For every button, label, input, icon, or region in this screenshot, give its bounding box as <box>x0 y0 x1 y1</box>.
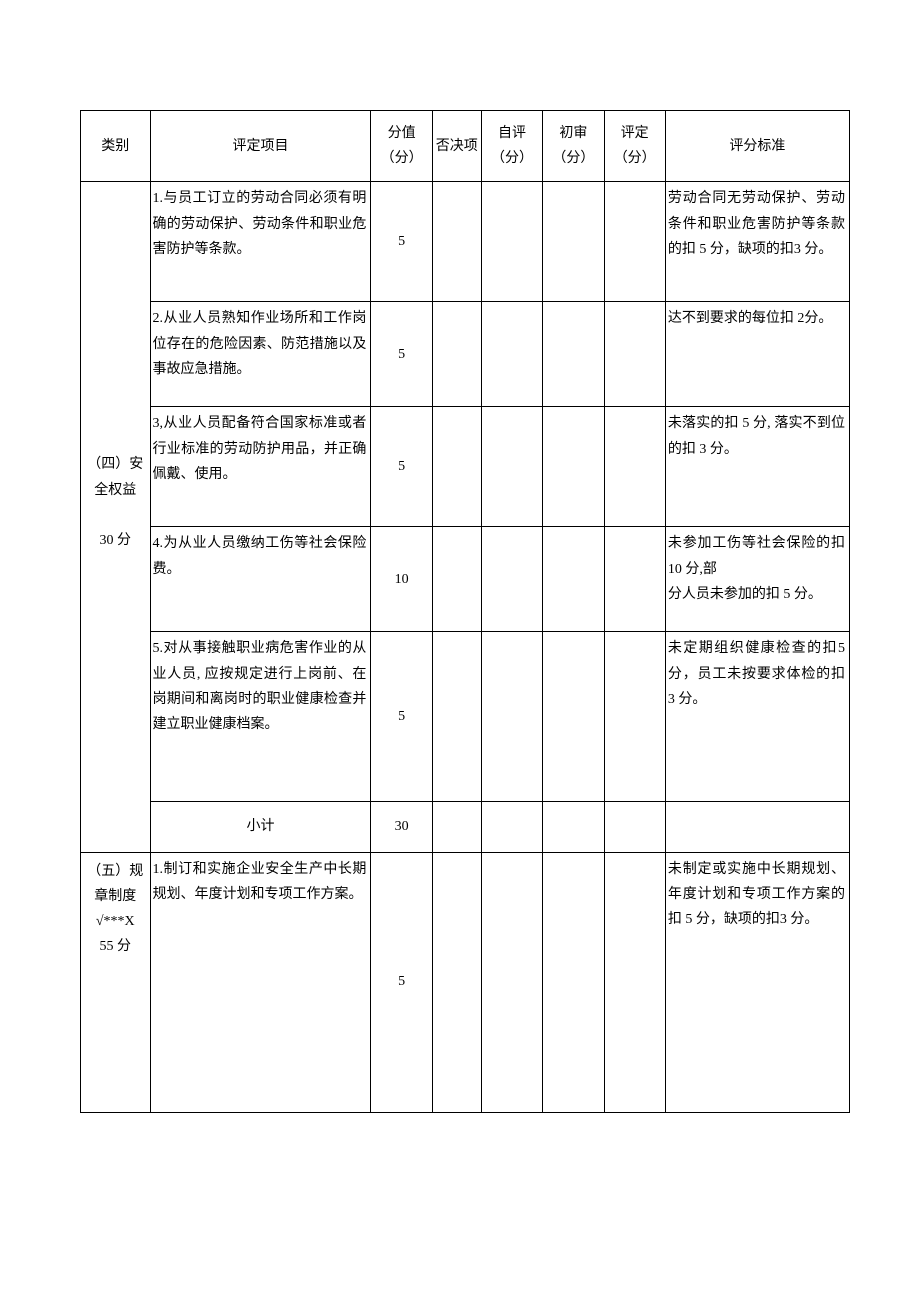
table-row: 4.为从业人员缴纳工伤等社会保险费。 10 未参加工伤等社会保险的扣 10 分,… <box>81 527 850 632</box>
standard-cell: 未落实的扣 5 分, 落实不到位的扣 3 分。 <box>665 407 849 527</box>
category-cell-4: （四）安全权益 30 分 <box>81 182 151 852</box>
veto-cell <box>432 182 481 302</box>
score-cell: 10 <box>371 527 432 632</box>
veto-cell <box>432 407 481 527</box>
prelim-cell <box>543 852 604 1112</box>
self-cell <box>481 302 542 407</box>
veto-cell <box>432 527 481 632</box>
standard-cell: 未参加工伤等社会保险的扣 10 分,部分人员未参加的扣 5 分。 <box>665 527 849 632</box>
self-cell <box>481 182 542 302</box>
standard-cell: 未定期组织健康检查的扣5 分，员工未按要求体检的扣 3 分。 <box>665 632 849 802</box>
table-row: 2.从业人员熟知作业场所和工作岗位存在的危险因素、防范措施以及事故应急措施。 5… <box>81 302 850 407</box>
prelim-cell <box>543 182 604 302</box>
subtotal-score: 30 <box>371 802 432 852</box>
prelim-cell <box>543 407 604 527</box>
item-cell: 3,从业人员配备符合国家标准或者行业标准的劳动防护用品，并正确佩戴、使用。 <box>150 407 371 527</box>
veto-cell <box>432 302 481 407</box>
prelim-cell <box>543 302 604 407</box>
item-cell: 5.对从事接触职业病危害作业的从业人员, 应按规定进行上岗前、在岗期间和离岗时的… <box>150 632 371 802</box>
header-category: 类别 <box>81 111 151 182</box>
item-cell: 1.制订和实施企业安全生产中长期规划、年度计划和专项工作方案。 <box>150 852 371 1112</box>
final-cell <box>604 632 665 802</box>
final-cell <box>604 182 665 302</box>
self-cell <box>481 852 542 1112</box>
prelim-cell <box>543 632 604 802</box>
self-cell <box>481 527 542 632</box>
self-cell <box>481 632 542 802</box>
final-cell <box>604 527 665 632</box>
score-cell: 5 <box>371 632 432 802</box>
table-row: （五）规章制度√***X55 分 1.制订和实施企业安全生产中长期规划、年度计划… <box>81 852 850 1112</box>
table-row: 5.对从事接触职业病危害作业的从业人员, 应按规定进行上岗前、在岗期间和离岗时的… <box>81 632 850 802</box>
category-cell-5: （五）规章制度√***X55 分 <box>81 852 151 1112</box>
score-cell: 5 <box>371 852 432 1112</box>
header-final: 评定（分） <box>604 111 665 182</box>
final-cell <box>604 852 665 1112</box>
score-cell: 5 <box>371 407 432 527</box>
score-cell: 5 <box>371 182 432 302</box>
score-cell: 5 <box>371 302 432 407</box>
self-cell <box>481 407 542 527</box>
header-item: 评定项目 <box>150 111 371 182</box>
header-self: 自评（分） <box>481 111 542 182</box>
veto-cell <box>432 632 481 802</box>
table-row: （四）安全权益 30 分 1.与员工订立的劳动合同必须有明确的劳动保护、劳动条件… <box>81 182 850 302</box>
veto-cell <box>432 852 481 1112</box>
table-header-row: 类别 评定项目 分值（分） 否决项 自评（分） 初审（分） 评定（分） 评分标准 <box>81 111 850 182</box>
subtotal-label: 小计 <box>150 802 371 852</box>
table-row: 3,从业人员配备符合国家标准或者行业标准的劳动防护用品，并正确佩戴、使用。 5 … <box>81 407 850 527</box>
evaluation-table: 类别 评定项目 分值（分） 否决项 自评（分） 初审（分） 评定（分） 评分标准… <box>80 110 850 1113</box>
subtotal-row: 小计 30 <box>81 802 850 852</box>
final-cell <box>604 302 665 407</box>
final-cell <box>604 802 665 852</box>
standard-cell: 未制定或实施中长期规划、年度计划和专项工作方案的扣 5 分，缺项的扣3 分。 <box>665 852 849 1112</box>
prelim-cell <box>543 527 604 632</box>
header-standard: 评分标准 <box>665 111 849 182</box>
standard-cell <box>665 802 849 852</box>
self-cell <box>481 802 542 852</box>
header-prelim: 初审（分） <box>543 111 604 182</box>
standard-cell: 劳动合同无劳动保护、劳动条件和职业危害防护等条款的扣 5 分，缺项的扣3 分。 <box>665 182 849 302</box>
item-cell: 1.与员工订立的劳动合同必须有明确的劳动保护、劳动条件和职业危害防护等条款。 <box>150 182 371 302</box>
header-veto: 否决项 <box>432 111 481 182</box>
header-score: 分值（分） <box>371 111 432 182</box>
item-cell: 2.从业人员熟知作业场所和工作岗位存在的危险因素、防范措施以及事故应急措施。 <box>150 302 371 407</box>
standard-cell: 达不到要求的每位扣 2分。 <box>665 302 849 407</box>
veto-cell <box>432 802 481 852</box>
prelim-cell <box>543 802 604 852</box>
item-cell: 4.为从业人员缴纳工伤等社会保险费。 <box>150 527 371 632</box>
final-cell <box>604 407 665 527</box>
